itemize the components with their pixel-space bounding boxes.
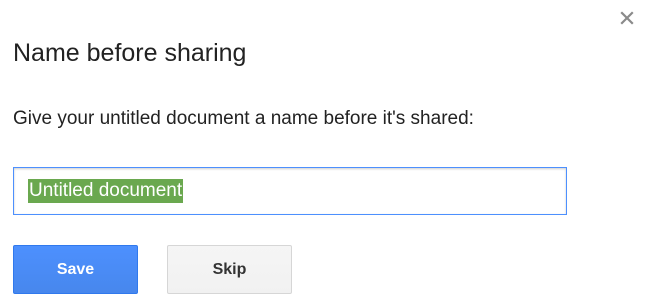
save-button[interactable]: Save [13,245,138,294]
skip-button[interactable]: Skip [167,245,292,294]
document-name-input[interactable]: Untitled document [13,167,567,215]
dialog-title: Name before sharing [13,39,247,67]
dialog-prompt: Give your untitled document a name befor… [13,108,474,129]
close-icon [620,11,634,25]
document-name-value[interactable]: Untitled document [28,179,184,203]
name-before-sharing-dialog: Name before sharing Give your untitled d… [0,0,651,297]
close-button[interactable] [615,6,639,30]
